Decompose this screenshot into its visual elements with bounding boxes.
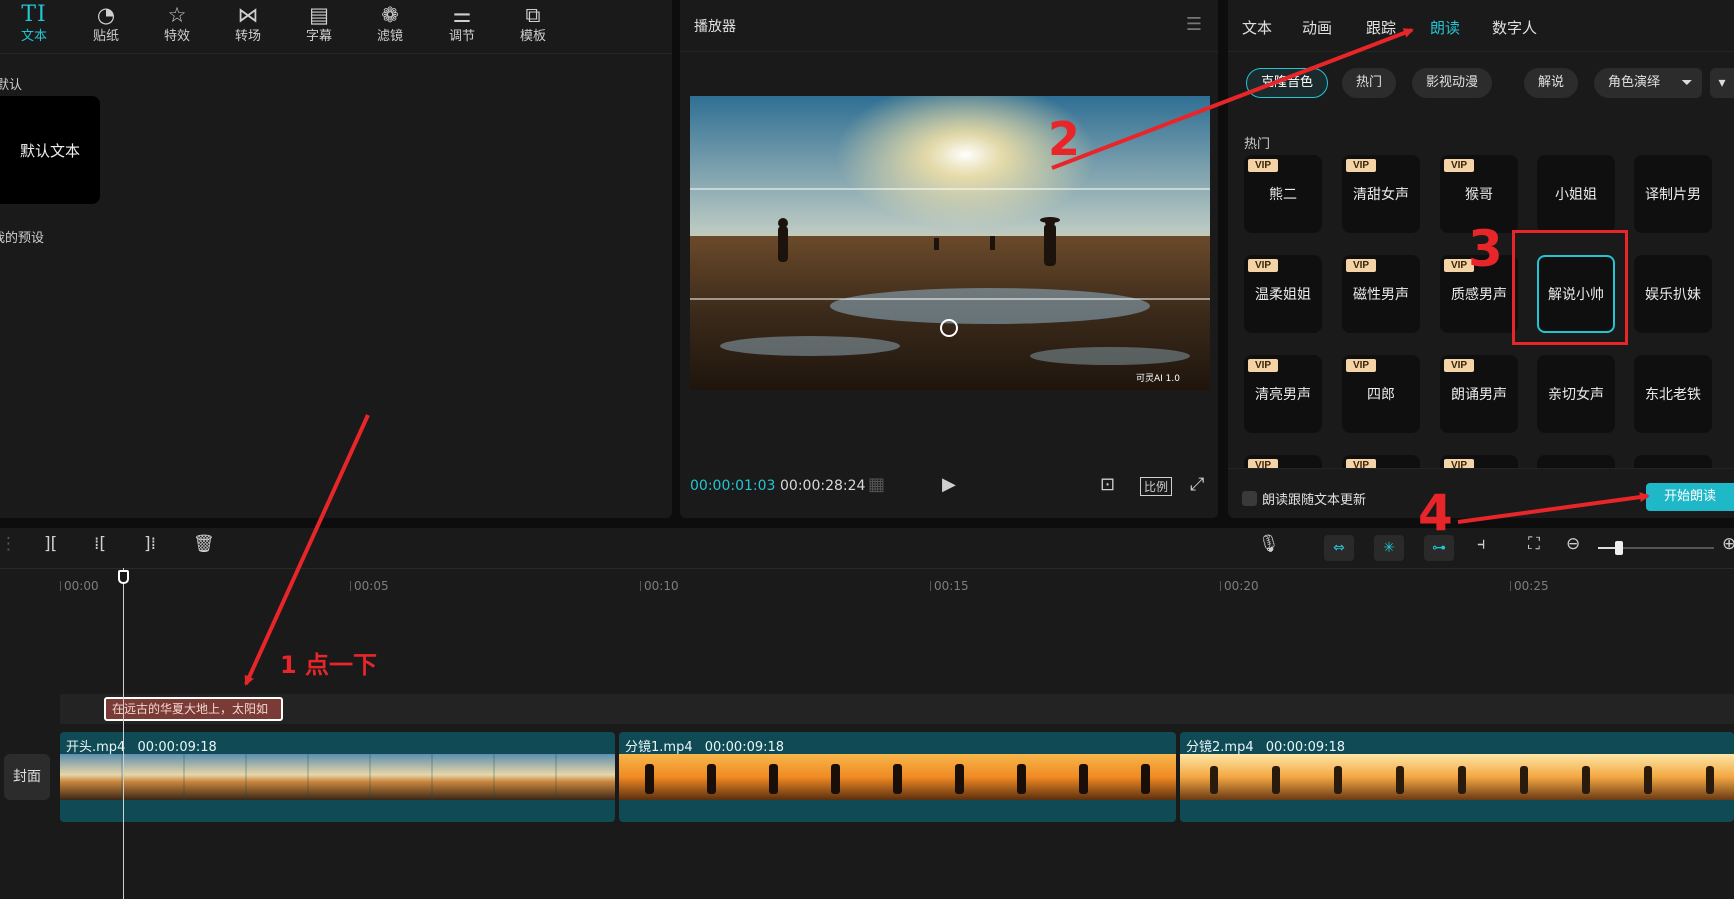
annotation-arrow-2: [1051, 28, 1414, 170]
annotation-arrow-1: [244, 414, 370, 686]
annotation-arrows: [244, 28, 1650, 686]
annotation-arrow-4: [1457, 492, 1650, 524]
